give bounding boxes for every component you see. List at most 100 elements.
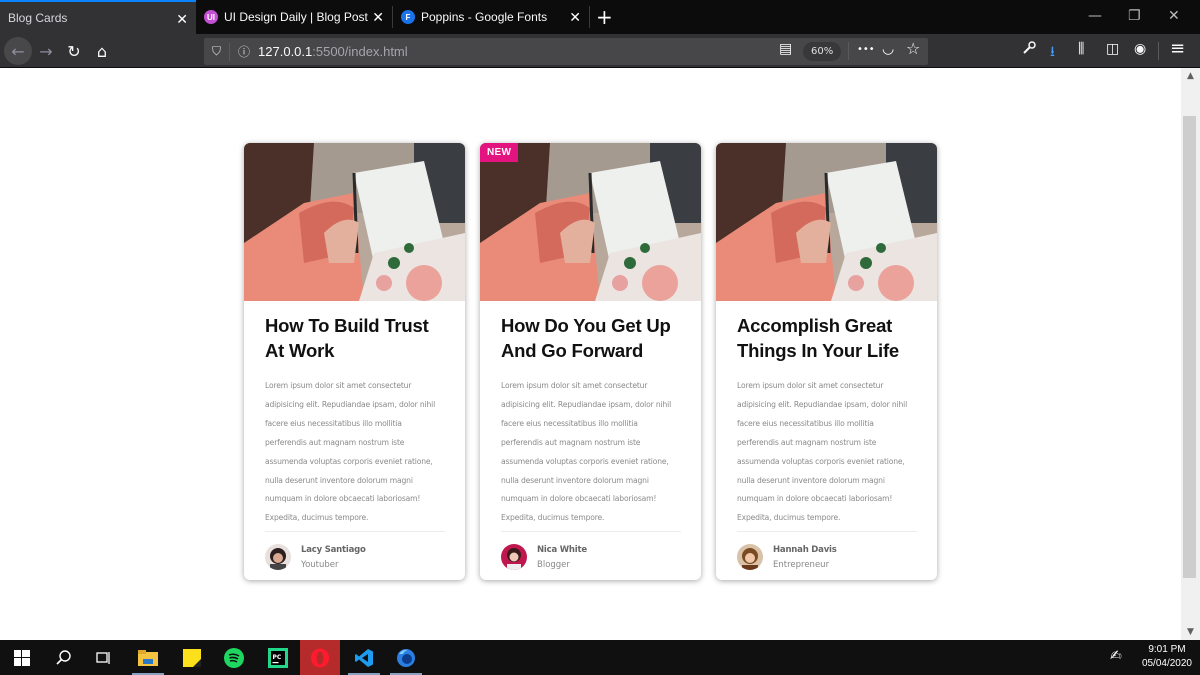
opera-icon xyxy=(311,648,329,667)
reader-view-icon[interactable]: ▤ xyxy=(779,41,792,57)
toolbar-divider xyxy=(1158,42,1159,60)
sticky-notes-button[interactable] xyxy=(172,640,212,675)
url-path: :5500/index.html xyxy=(312,44,408,59)
card-image: NEW xyxy=(480,143,701,301)
system-clock[interactable]: 9:01 PM 05/04/2020 xyxy=(1142,643,1192,671)
windows-logo-icon xyxy=(14,649,30,666)
download-icon[interactable]: ⭳ xyxy=(1050,41,1055,65)
avatar xyxy=(737,544,763,571)
start-button[interactable] xyxy=(2,640,42,675)
pycharm-icon: PC xyxy=(268,647,288,668)
hamburger-menu-icon[interactable]: ≡ xyxy=(1170,38,1185,59)
windows-taskbar: PC ✍ 9:01 PM 05/04/2020 xyxy=(0,640,1200,675)
scroll-up-arrow-icon[interactable]: ▲ xyxy=(1181,71,1200,81)
card-divider xyxy=(501,531,681,533)
spotify-button[interactable] xyxy=(214,640,254,675)
bookmark-star-icon[interactable]: ☆ xyxy=(906,39,920,58)
tab-title: Poppins - Google Fonts xyxy=(421,10,548,24)
tab-poppins-google-fonts[interactable]: F Poppins - Google Fonts ✕ xyxy=(393,0,589,34)
tab-strip: Blog Cards ✕ UI UI Design Daily | Blog P… xyxy=(0,0,1200,34)
home-button[interactable]: ⌂ xyxy=(90,39,114,63)
card-image xyxy=(244,143,465,301)
vertical-scrollbar[interactable]: ▲ ▼ xyxy=(1181,68,1200,640)
author-role: Blogger xyxy=(537,559,570,570)
search-button[interactable] xyxy=(44,640,84,675)
vscode-button[interactable] xyxy=(344,640,384,675)
minimize-button[interactable]: — xyxy=(1088,8,1102,24)
tab-title: UI Design Daily | Blog Post xyxy=(224,10,368,24)
toolbar-divider xyxy=(848,42,849,60)
avatar xyxy=(501,544,527,571)
tracking-protection-shield-icon[interactable]: ⛉ xyxy=(212,44,221,59)
firefox-icon xyxy=(397,648,415,667)
sidebar-icon[interactable]: ◫ xyxy=(1106,41,1119,57)
file-explorer-icon xyxy=(138,649,158,666)
sticky-notes-icon xyxy=(183,648,201,667)
library-icon[interactable]: ⫼ xyxy=(1078,41,1084,57)
restore-button[interactable]: ❐ xyxy=(1128,8,1141,24)
author-name: Hannah Davis xyxy=(773,544,837,555)
blog-card[interactable]: Accomplish Great Things In Your Life Lor… xyxy=(716,143,937,580)
spotify-icon xyxy=(224,647,244,668)
wrench-icon[interactable] xyxy=(1022,41,1036,58)
zoom-level-badge[interactable]: 60% xyxy=(803,42,842,61)
forward-arrow-icon: → xyxy=(39,41,53,61)
blog-card[interactable]: NEW How Do You Get Up And Go Forward Lor… xyxy=(480,143,701,580)
card-author: Nica White Blogger xyxy=(501,544,681,571)
card-author: Lacy Santiago Youtuber xyxy=(265,544,445,571)
new-tab-button[interactable]: + xyxy=(596,5,613,29)
new-badge: NEW xyxy=(480,143,519,162)
ui-design-daily-favicon-icon: UI xyxy=(204,10,218,24)
card-title[interactable]: How Do You Get Up And Go Forward xyxy=(501,313,681,363)
card-title[interactable]: How To Build Trust At Work xyxy=(265,313,445,363)
url-divider xyxy=(229,42,231,61)
navigation-toolbar: ← → ↻ ⌂ ⛉ ⓘ 127.0.0.1:5500/index.html ▤ … xyxy=(0,34,1200,68)
pen-workspace-icon[interactable]: ✍ xyxy=(1110,648,1122,664)
url-host: 127.0.0.1 xyxy=(258,44,313,59)
clock-date: 05/04/2020 xyxy=(1141,658,1192,669)
task-view-icon xyxy=(96,651,110,664)
card-text: Lorem ipsum dolor sit amet consectetur a… xyxy=(737,381,908,523)
url-text[interactable]: 127.0.0.1:5500/index.html xyxy=(258,44,408,59)
site-info-icon[interactable]: ⓘ xyxy=(238,43,250,60)
author-name: Lacy Santiago xyxy=(301,544,366,555)
close-window-button[interactable]: ✕ xyxy=(1168,8,1180,24)
close-tab-icon[interactable]: ✕ xyxy=(176,11,188,28)
file-explorer-button[interactable] xyxy=(128,640,168,675)
home-icon: ⌂ xyxy=(96,41,108,61)
reload-icon: ↻ xyxy=(67,41,81,61)
tab-ui-design-daily[interactable]: UI UI Design Daily | Blog Post ✕ xyxy=(196,0,392,34)
author-name: Nica White xyxy=(537,544,587,555)
reload-button[interactable]: ↻ xyxy=(62,39,86,63)
account-icon[interactable]: ◉ xyxy=(1134,41,1146,57)
pycharm-button[interactable]: PC xyxy=(258,640,298,675)
svg-text:PC: PC xyxy=(273,654,282,661)
close-tab-icon[interactable]: ✕ xyxy=(372,9,384,26)
back-button[interactable]: ← xyxy=(4,37,32,65)
close-tab-icon[interactable]: ✕ xyxy=(569,9,581,26)
avatar xyxy=(265,544,291,571)
card-image xyxy=(716,143,937,301)
author-role: Entrepreneur xyxy=(773,559,830,570)
card-author: Hannah Davis Entrepreneur xyxy=(737,544,917,571)
tab-blog-cards[interactable]: Blog Cards ✕ xyxy=(0,0,196,34)
vscode-icon xyxy=(355,648,373,667)
task-view-button[interactable] xyxy=(84,640,124,675)
scroll-down-arrow-icon[interactable]: ▼ xyxy=(1181,627,1200,637)
search-icon xyxy=(56,649,71,665)
page-actions-more-icon[interactable]: ••• xyxy=(857,44,875,55)
clock-time: 9:01 PM xyxy=(1148,644,1186,655)
google-fonts-favicon-icon: F xyxy=(401,10,415,24)
card-text: Lorem ipsum dolor sit amet consectetur a… xyxy=(501,381,672,523)
scroll-thumb[interactable] xyxy=(1183,116,1196,578)
blog-card[interactable]: How To Build Trust At Work Lorem ipsum d… xyxy=(244,143,465,580)
forward-button[interactable]: → xyxy=(34,39,58,63)
author-role: Youtuber xyxy=(301,559,339,570)
page-content: How To Build Trust At Work Lorem ipsum d… xyxy=(0,68,1181,640)
firefox-developer-button[interactable] xyxy=(386,640,426,675)
pocket-icon[interactable]: ◡ xyxy=(882,41,894,57)
card-divider xyxy=(265,531,445,533)
card-text: Lorem ipsum dolor sit amet consectetur a… xyxy=(265,381,436,523)
card-title[interactable]: Accomplish Great Things In Your Life xyxy=(737,313,917,363)
opera-button[interactable] xyxy=(300,640,340,675)
